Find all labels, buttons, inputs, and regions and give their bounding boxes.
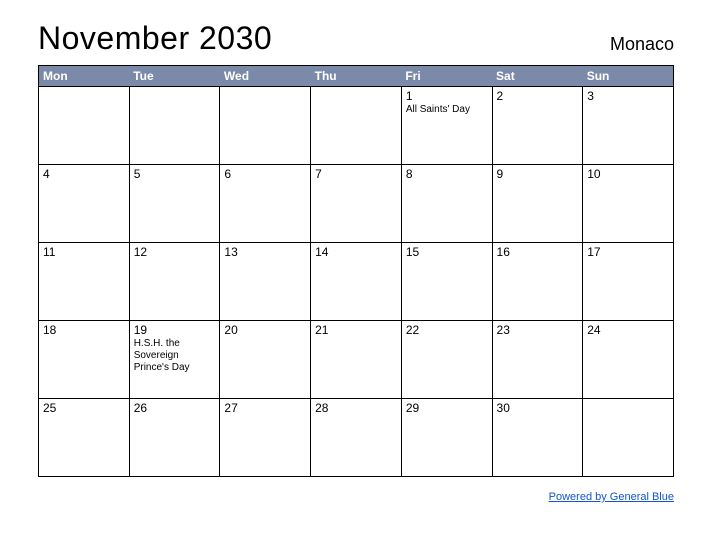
day-cell: 9 — [492, 165, 583, 243]
calendar-week-row: 456789 10 — [39, 165, 674, 243]
day-cell — [129, 87, 220, 165]
day-number: 23 — [497, 323, 579, 337]
day-cell: 24 — [583, 321, 674, 399]
calendar-week-row: 25 26 27 28 29 30 — [39, 399, 674, 477]
day-cell: 29 — [401, 399, 492, 477]
day-cell: 23 — [492, 321, 583, 399]
day-cell: 26 — [129, 399, 220, 477]
day-number: 6 — [224, 167, 306, 181]
day-cell — [583, 399, 674, 477]
calendar-week-row: 11 12 13 14 15 16 17 — [39, 243, 674, 321]
day-cell — [220, 87, 311, 165]
day-cell: 5 — [129, 165, 220, 243]
weekday-mon: Mon — [39, 66, 130, 87]
day-cell: 19H.S.H. the Sovereign Prince's Day — [129, 321, 220, 399]
day-number: 13 — [224, 245, 306, 259]
footer: Powered by General Blue — [38, 487, 674, 505]
day-cell: 3 — [583, 87, 674, 165]
weekday-tue: Tue — [129, 66, 220, 87]
day-cell: 1All Saints' Day — [401, 87, 492, 165]
day-number: 5 — [134, 167, 216, 181]
day-number: 1 — [406, 89, 488, 103]
day-cell: 27 — [220, 399, 311, 477]
day-cell: 6 — [220, 165, 311, 243]
day-number: 24 — [587, 323, 669, 337]
day-cell: 18 — [39, 321, 130, 399]
day-number: 10 — [587, 167, 669, 181]
day-event: All Saints' Day — [406, 104, 488, 116]
day-number: 28 — [315, 401, 397, 415]
day-number: 26 — [134, 401, 216, 415]
calendar-grid: Mon Tue Wed Thu Fri Sat Sun 1All Saints'… — [38, 65, 674, 477]
day-number: 18 — [43, 323, 125, 337]
day-number: 25 — [43, 401, 125, 415]
calendar-header: November 2030 Monaco — [38, 20, 674, 57]
day-number: 29 — [406, 401, 488, 415]
day-cell: 10 — [583, 165, 674, 243]
day-cell: 30 — [492, 399, 583, 477]
day-number: 22 — [406, 323, 488, 337]
day-number: 21 — [315, 323, 397, 337]
day-cell: 7 — [311, 165, 402, 243]
day-number: 11 — [43, 245, 125, 259]
day-number: 16 — [497, 245, 579, 259]
day-cell: 13 — [220, 243, 311, 321]
day-number: 9 — [497, 167, 579, 181]
day-cell: 15 — [401, 243, 492, 321]
weekday-fri: Fri — [401, 66, 492, 87]
day-number: 15 — [406, 245, 488, 259]
day-number: 8 — [406, 167, 488, 181]
day-cell: 8 — [401, 165, 492, 243]
day-number: 12 — [134, 245, 216, 259]
day-number: 7 — [315, 167, 397, 181]
page-title: November 2030 — [38, 20, 272, 57]
day-cell: 14 — [311, 243, 402, 321]
day-number: 2 — [497, 89, 579, 103]
day-number: 14 — [315, 245, 397, 259]
day-cell: 2 — [492, 87, 583, 165]
day-cell: 4 — [39, 165, 130, 243]
day-event: H.S.H. the Sovereign Prince's Day — [134, 338, 216, 374]
day-cell: 20 — [220, 321, 311, 399]
day-number: 27 — [224, 401, 306, 415]
day-number: 20 — [224, 323, 306, 337]
powered-by-link[interactable]: Powered by General Blue — [549, 491, 674, 503]
day-cell: 17 — [583, 243, 674, 321]
day-number: 19 — [134, 323, 216, 337]
day-cell — [311, 87, 402, 165]
weekday-wed: Wed — [220, 66, 311, 87]
day-cell: 16 — [492, 243, 583, 321]
day-number: 30 — [497, 401, 579, 415]
day-cell: 22 — [401, 321, 492, 399]
day-number: 4 — [43, 167, 125, 181]
day-cell: 21 — [311, 321, 402, 399]
day-cell: 11 — [39, 243, 130, 321]
day-number: 17 — [587, 245, 669, 259]
day-cell: 12 — [129, 243, 220, 321]
weekday-header-row: Mon Tue Wed Thu Fri Sat Sun — [39, 66, 674, 87]
calendar-body: 1All Saints' Day234567891011121314151617… — [39, 87, 674, 477]
day-cell: 28 — [311, 399, 402, 477]
weekday-sun: Sun — [583, 66, 674, 87]
day-cell — [39, 87, 130, 165]
region-label: Monaco — [610, 34, 674, 57]
weekday-sat: Sat — [492, 66, 583, 87]
day-number: 3 — [587, 89, 669, 103]
weekday-thu: Thu — [311, 66, 402, 87]
calendar-week-row: 18 19H.S.H. the Sovereign Prince's Day 20 2… — [39, 321, 674, 399]
day-cell: 25 — [39, 399, 130, 477]
calendar-week-row: 1All Saints' Day 23 — [39, 87, 674, 165]
